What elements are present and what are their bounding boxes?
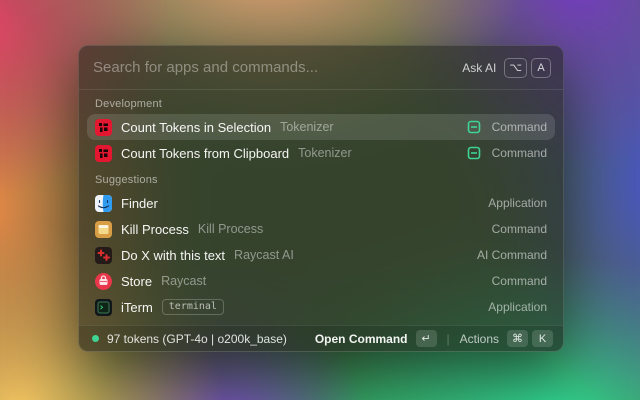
list-item[interactable]: Count Tokens from Clipboard Tokenizer Comm… [87,140,555,166]
command-icon [467,120,481,134]
ask-ai-control[interactable]: Ask AI ⌥A [462,58,551,78]
item-subtitle: Raycast [161,274,206,288]
actions-keycap: K [532,330,553,347]
list-item[interactable]: iTerm terminal Application [87,294,555,320]
item-title: Count Tokens in Selection [121,120,271,135]
list-item[interactable]: Finder Application [87,190,555,216]
item-subtitle: Raycast AI [234,248,294,262]
tokenizer-icon [95,145,112,162]
raycast-ai-icon [95,247,112,264]
section-label: Suggestions [87,166,555,190]
item-subtitle: Kill Process [198,222,263,236]
command-icon [467,146,481,160]
item-type-label: Command [492,222,547,236]
item-title: Do X with this text [121,248,225,263]
list-item[interactable]: Do X with this text Raycast AI AI Command [87,242,555,268]
open-command-button[interactable]: Open Command [315,332,408,346]
item-type-label: Command [492,146,547,160]
item-type-label: Application [488,300,547,314]
ask-ai-shortcut-keys: ⌥A [504,58,551,78]
actions-button[interactable]: Actions [460,332,499,346]
actions-keycap: ⌘ [507,330,528,347]
ask-ai-keycap: ⌥ [504,58,527,78]
actions-shortcut-keys: ⌘K [507,330,553,347]
ask-ai-label: Ask AI [462,61,496,75]
item-title: Kill Process [121,222,189,237]
status-dot-icon [92,335,99,342]
status-bar: 97 tokens (GPT-4o | o200k_base) Open Com… [79,325,563,351]
store-icon [95,273,112,290]
search-bar: Ask AI ⌥A [79,46,563,90]
ask-ai-keycap: A [531,58,551,78]
item-keyword-badge: terminal [162,299,224,315]
results-list: Development Count Tokens in Selection Toke… [79,90,563,325]
kill-process-icon [95,221,112,238]
item-title: Finder [121,196,158,211]
list-item[interactable]: Kill Process Kill Process Command [87,216,555,242]
statusbar-divider: | [447,332,450,346]
return-key-icon: ↵ [416,330,437,347]
iterm-icon [95,299,112,316]
tokenizer-icon [95,119,112,136]
raycast-launcher-window: Ask AI ⌥A DevelopmentCount Tokens in Sel… [78,45,564,352]
desktop: { "search": { "placeholder": "Search for… [0,0,640,400]
token-count-status: 97 tokens (GPT-4o | o200k_base) [107,332,307,346]
item-title: iTerm [121,300,153,315]
section-label: Development [87,90,555,114]
list-item[interactable]: Count Tokens in Selection Tokenizer Comman… [87,114,555,140]
item-subtitle: Tokenizer [280,120,334,134]
item-subtitle: Tokenizer [298,146,352,160]
item-type-label: Command [492,274,547,288]
finder-icon [95,195,112,212]
item-title: Count Tokens from Clipboard [121,146,289,161]
item-type-label: AI Command [477,248,547,262]
item-title: Store [121,274,152,289]
item-type-label: Application [488,196,547,210]
item-type-label: Command [492,120,547,134]
list-item[interactable]: Store Raycast Command [87,268,555,294]
search-input[interactable] [93,59,454,76]
